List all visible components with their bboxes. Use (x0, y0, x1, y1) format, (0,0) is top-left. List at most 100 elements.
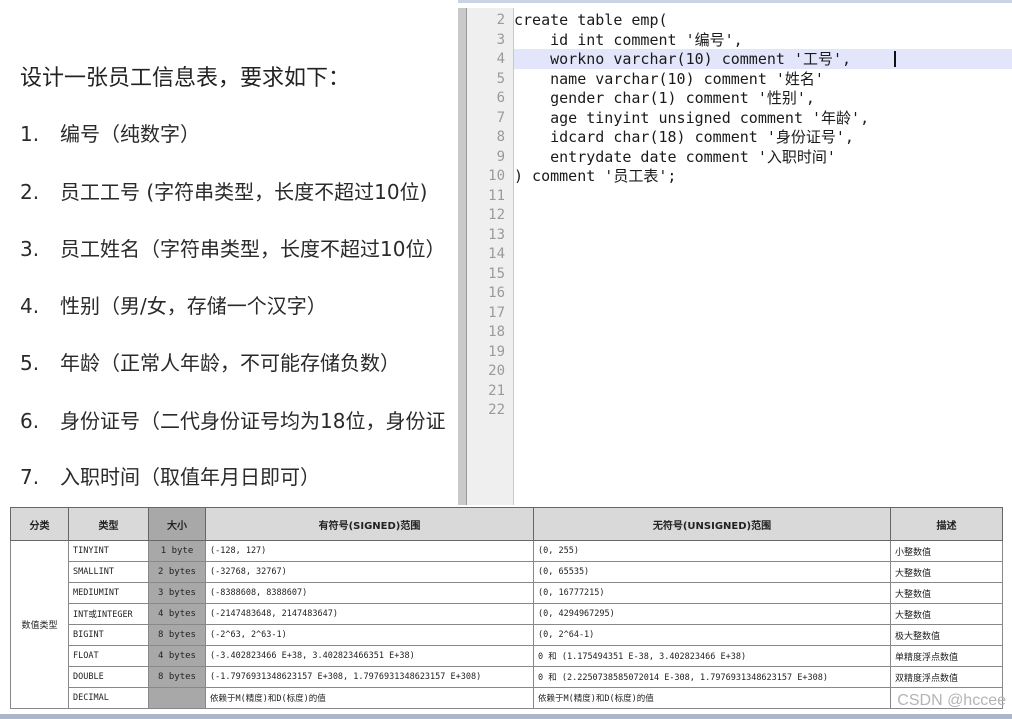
unsigned-range-cell: (0, 255) (533, 540, 891, 562)
signed-range-cell: (-128, 127) (205, 540, 534, 562)
description-cell: 单精度浮点数值 (890, 645, 1003, 667)
requirement-item: 2. 员工工号 (字符串类型，长度不超过10位) (20, 180, 428, 204)
requirements-panel: 设计一张员工信息表，要求如下： 1. 编号（纯数字） 2. 员工工号 (字符串类型，… (0, 0, 458, 505)
description-cell: 极大整数值 (890, 624, 1003, 646)
type-cell: BIGINT (68, 624, 149, 646)
size-cell: 4 bytes (148, 645, 206, 667)
line-number: 13 (488, 226, 505, 243)
line-number: 11 (488, 187, 505, 204)
line-number: 20 (488, 363, 505, 379)
table-row: DECIMAL 依赖于M(精度)和D(标度)的值 依赖于M(精度)和D(标度)的值 (11, 687, 1003, 709)
unsigned-range-cell: (0, 2^64-1) (533, 624, 891, 646)
line-number: 21 (488, 382, 505, 399)
code-line[interactable]: workno varchar(10) comment '工号', (514, 50, 851, 70)
bottom-border (0, 714, 1012, 719)
header-unsigned-range: 无符号(UNSIGNED)范围 (533, 507, 891, 541)
line-number: 8 (496, 129, 505, 145)
line-number: 15 (488, 265, 505, 282)
requirement-item: 7. 入职时间（取值年月日即可） (20, 465, 320, 489)
type-cell: DOUBLE (68, 666, 149, 688)
requirement-item: 1. 编号（纯数字） (20, 122, 200, 146)
type-cell: SMALLINT (68, 561, 149, 583)
requirement-item: 5. 年龄（正常人年龄，不可能存储负数） (20, 351, 400, 375)
line-number: 10 (488, 168, 505, 184)
table-row: INT或INTEGER 4 bytes (-2147483648, 21474836… (11, 603, 1003, 625)
requirement-item: 6. 身份证号（二代身份证号均为18位，身份证 (20, 409, 446, 433)
line-number: 22 (488, 402, 505, 418)
unsigned-range-cell: (0, 16777215) (533, 582, 891, 604)
signed-range-cell: (-1.7976931348623157 E+308, 1.7976931348… (205, 666, 534, 688)
description-cell: 大整数值 (890, 561, 1003, 583)
code-line[interactable]: entrydate date comment '入职时间' (514, 148, 836, 168)
unsigned-range-cell: 0 和 (2.2250738585072014 E-308, 1.7976931… (533, 666, 891, 688)
line-number: 2 (496, 12, 505, 28)
signed-range-cell: (-2147483648, 2147483647) (205, 603, 534, 625)
type-cell: FLOAT (68, 645, 149, 667)
line-number: 4 (496, 51, 505, 67)
size-cell: 8 bytes (148, 624, 206, 646)
code-line[interactable]: name varchar(10) comment '姓名' (514, 70, 824, 90)
size-cell: 8 bytes (148, 666, 206, 688)
unsigned-range-cell: 依赖于M(精度)和D(标度)的值 (533, 687, 891, 709)
table-row: DOUBLE 8 bytes (-1.7976931348623157 E+308,… (11, 666, 1003, 688)
requirements-title: 设计一张员工信息表，要求如下： (20, 66, 351, 91)
size-cell: 1 byte (148, 540, 206, 562)
unsigned-range-cell: (0, 65535) (533, 561, 891, 583)
size-cell: 3 bytes (148, 582, 206, 604)
line-number: 6 (496, 90, 505, 106)
signed-range-cell: (-2^63, 2^63-1) (205, 624, 534, 646)
type-cell: INT或INTEGER (68, 603, 149, 625)
type-cell: MEDIUMINT (68, 582, 149, 604)
size-cell (148, 687, 206, 709)
header-category: 分类 (10, 507, 69, 541)
code-line[interactable]: ) comment '员工表'; (514, 167, 676, 187)
line-number: 14 (488, 246, 505, 262)
line-number: 12 (488, 207, 505, 223)
splitter-handle[interactable] (458, 8, 467, 505)
code-line[interactable]: gender char(1) comment '性别', (514, 89, 815, 109)
numeric-types-table: 分类 类型 大小 有符号(SIGNED)范围 无符号(UNSIGNED)范围 描… (10, 507, 1003, 709)
watermark: CSDN @hccee (897, 692, 1006, 709)
line-number: 19 (488, 343, 505, 360)
table-row: SMALLINT 2 bytes (-32768, 32767) (0, 65535)… (11, 561, 1003, 583)
description-cell: 小整数值 (890, 540, 1003, 562)
code-line[interactable]: idcard char(18) comment '身份证号', (514, 128, 854, 148)
category-cell: 数值类型 (10, 540, 69, 709)
header-size: 大小 (148, 507, 206, 541)
description-cell: 大整数值 (890, 582, 1003, 604)
signed-range-cell: (-8388608, 8388607) (205, 582, 534, 604)
table-header-row: 分类 类型 大小 有符号(SIGNED)范围 无符号(UNSIGNED)范围 描… (10, 507, 1003, 541)
table-row: MEDIUMINT 3 bytes (-8388608, 8388607) (0, 1… (11, 582, 1003, 604)
line-number: 7 (496, 109, 505, 126)
description-cell: 大整数值 (890, 603, 1003, 625)
type-cell: TINYINT (68, 540, 149, 562)
table-row: 数值类型 TINYINT 1 byte (-128, 127) (0, 255) 小整数值 (10, 540, 1003, 709)
requirement-item: 4. 性别（男/女，存储一个汉字） (20, 294, 327, 318)
header-signed-range: 有符号(SIGNED)范围 (205, 507, 534, 541)
requirement-item: 3. 员工姓名（字符串类型，长度不超过10位） (20, 237, 446, 261)
signed-range-cell: (-32768, 32767) (205, 561, 534, 583)
line-number: 16 (488, 285, 505, 301)
line-number: 9 (496, 148, 505, 165)
header-type: 类型 (68, 507, 149, 541)
unsigned-range-cell: (0, 4294967295) (533, 603, 891, 625)
line-number: 18 (488, 324, 505, 340)
size-cell: 4 bytes (148, 603, 206, 625)
signed-range-cell: (-3.402823466 E+38, 3.402823466351 E+38) (205, 645, 534, 667)
size-cell: 2 bytes (148, 561, 206, 583)
table-row: BIGINT 8 bytes (-2^63, 2^63-1) (0, 2^64-1) 极… (11, 624, 1003, 646)
unsigned-range-cell: 0 和 (1.175494351 E-38, 3.402823466 E+38) (533, 645, 891, 667)
table-row: FLOAT 4 bytes (-3.402823466 E+38, 3.402823… (11, 645, 1003, 667)
text-caret (894, 51, 896, 67)
signed-range-cell: 依赖于M(精度)和D(标度)的值 (205, 687, 534, 709)
line-number: 17 (488, 304, 505, 321)
code-line[interactable]: create table emp( (514, 11, 668, 31)
line-number: 5 (496, 70, 505, 87)
code-line[interactable]: age tinyint unsigned comment '年龄', (514, 109, 869, 129)
description-cell: 双精度浮点数值 (890, 666, 1003, 688)
sql-editor[interactable]: 2 3 4 5 6 7 8 9 10 11 12 13 14 15 16 17 18 19 20 21 22 creat… (458, 8, 1012, 505)
header-description: 描述 (890, 507, 1003, 541)
type-cell: DECIMAL (68, 687, 149, 709)
code-line[interactable]: id int comment '编号', (514, 31, 743, 51)
line-number: 3 (496, 31, 505, 48)
